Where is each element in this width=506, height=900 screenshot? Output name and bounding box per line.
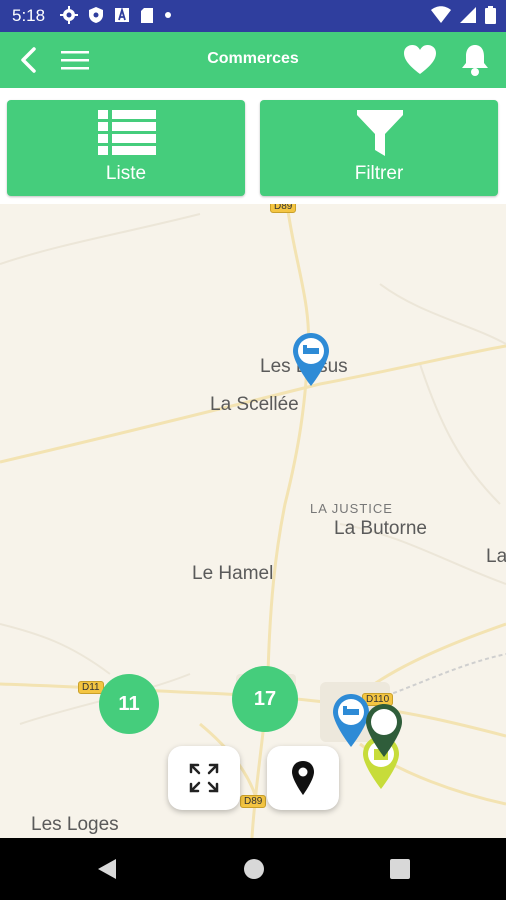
heart-icon[interactable] xyxy=(403,44,437,76)
status-bar: 5:18 xyxy=(0,0,506,32)
road-label: D89 xyxy=(270,204,297,213)
nav-back-icon[interactable] xyxy=(96,858,118,880)
hotel-pin-icon[interactable] xyxy=(291,331,331,387)
map-base xyxy=(0,204,506,838)
app-bar: Commerces xyxy=(0,32,506,88)
status-system-icons xyxy=(431,6,496,24)
road-label: D11 xyxy=(78,681,104,694)
place-label: Le Hamel xyxy=(192,563,274,584)
bell-icon[interactable] xyxy=(461,43,489,77)
sd-card-icon xyxy=(141,7,153,23)
place-label: LA JUSTICE xyxy=(310,501,393,516)
filter-button-label: Filtrer xyxy=(354,163,404,184)
place-label: La Scellée xyxy=(210,394,299,415)
filter-icon xyxy=(357,110,403,156)
signal-icon xyxy=(460,7,476,23)
selected-pin-icon[interactable] xyxy=(364,702,404,758)
shield-icon xyxy=(89,7,103,23)
locate-button[interactable] xyxy=(267,746,339,810)
nav-home-icon[interactable] xyxy=(243,858,265,880)
place-label: La xyxy=(486,546,506,567)
location-pin-icon xyxy=(292,761,314,795)
system-nav-bar xyxy=(0,838,506,900)
road-label: D89 xyxy=(240,795,267,808)
expand-map-button[interactable] xyxy=(168,746,240,810)
font-a-icon xyxy=(115,7,129,22)
dot-icon xyxy=(165,12,171,18)
action-buttons: Liste Filtrer xyxy=(0,88,506,204)
list-icon xyxy=(98,110,156,155)
map-view[interactable]: D89 D11 D89 D110 Les Essus La Scellée LA… xyxy=(0,204,506,838)
status-time: 5:18 xyxy=(12,6,46,25)
battery-icon xyxy=(485,6,496,24)
place-label: Les Loges xyxy=(31,814,119,835)
status-notification-icons xyxy=(60,6,172,24)
list-button[interactable]: Liste xyxy=(7,100,245,196)
place-label: La Butorne xyxy=(334,518,427,539)
wifi-icon xyxy=(431,6,451,23)
nav-recents-icon[interactable] xyxy=(390,859,410,879)
list-button-label: Liste xyxy=(105,163,147,184)
settings-icon xyxy=(60,6,78,24)
marker-cluster[interactable]: 11 xyxy=(99,674,159,734)
marker-cluster[interactable]: 17 xyxy=(232,666,298,732)
filter-button[interactable]: Filtrer xyxy=(260,100,498,196)
expand-icon xyxy=(189,763,219,793)
